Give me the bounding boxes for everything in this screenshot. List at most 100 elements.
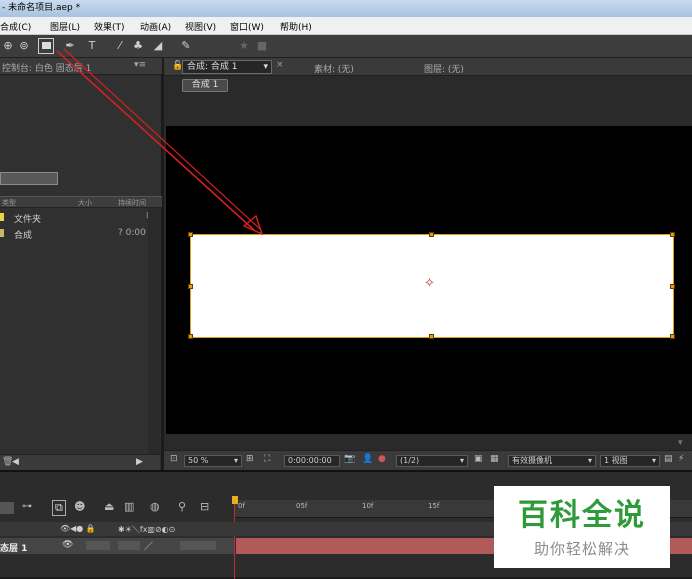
composition-flowchart-icon[interactable]: ⊶: [22, 501, 32, 512]
menu-layer[interactable]: 图层(L): [50, 20, 80, 33]
brainstorm-icon[interactable]: ◍: [150, 500, 160, 513]
timecode-display[interactable]: [0, 502, 14, 514]
layer-handle-right[interactable]: [670, 284, 675, 289]
brush-tool-icon[interactable]: ⁄: [112, 38, 128, 54]
views-dropdown[interactable]: 1 视图 ▾: [600, 455, 660, 467]
layer-handle-bottom-right[interactable]: [670, 334, 675, 339]
current-time-field[interactable]: 0:00:00:00: [284, 455, 340, 467]
camera-dropdown[interactable]: 有效摄像机 ▾: [508, 455, 596, 467]
snapshot-icon[interactable]: 📷: [344, 454, 355, 464]
pen-tool-icon[interactable]: ✒: [62, 38, 78, 54]
channels-icon[interactable]: ●: [378, 454, 386, 464]
text-tool-icon[interactable]: T: [84, 38, 100, 54]
project-item-comp[interactable]: 合成 ? 0:00: [0, 226, 160, 241]
timeline-panel: ⊶ ⧉ ☻ ⏏ ▥ ◍ ⚲ ⊟ 0f 05f 10f 15f 👁◀● 🔒 ✱☀＼…: [0, 470, 692, 579]
layer-handle-left[interactable]: [188, 284, 193, 289]
quality-switch-icon[interactable]: ／: [144, 539, 153, 552]
timeline-layer-row[interactable]: 态层 1 👁 ／: [0, 538, 234, 554]
column-size[interactable]: 大小: [78, 198, 92, 208]
watermark-logo: 百科全说 助你轻松解决: [494, 486, 670, 568]
solid-layer-white[interactable]: ✧: [188, 232, 675, 339]
project-panel-title: 控制台: 白色 固态层 1: [2, 64, 92, 74]
tab-close-icon[interactable]: ×: [276, 60, 284, 70]
watermark-title: 百科全说: [518, 498, 646, 533]
menu-animation[interactable]: 动画(A): [140, 20, 171, 33]
project-item-name: 文件夹: [14, 215, 42, 225]
layer-handle-top-right[interactable]: [670, 232, 675, 237]
av-switches-icon[interactable]: 👁◀● 🔒: [60, 524, 96, 533]
current-time-value: 0:00:00:00: [288, 456, 332, 465]
visibility-eye-icon[interactable]: 👁: [62, 540, 73, 550]
dropdown-icon: ▾: [587, 456, 592, 465]
frame-blending-icon[interactable]: ⏏: [104, 500, 114, 513]
ruler-tick: 05f: [296, 502, 308, 510]
viewer-scroll-down-icon[interactable]: ▾: [678, 438, 683, 448]
roto-brush-tool-icon[interactable]: ✎: [178, 38, 194, 54]
anchor-point-icon[interactable]: ✧: [424, 276, 435, 291]
magnification-dropdown[interactable]: 50 % ▾: [184, 455, 242, 467]
motion-blur-icon[interactable]: ▥: [124, 500, 134, 513]
fast-previews-icon[interactable]: ⚡: [678, 454, 684, 464]
menu-effect[interactable]: 效果(T): [94, 20, 125, 33]
orbit-tool-icon[interactable]: ⊚: [16, 38, 32, 54]
project-item-name: 合成: [14, 231, 33, 241]
ruler-tick: 10f: [362, 502, 374, 510]
region-of-interest-icon[interactable]: ▣: [474, 454, 483, 464]
pan-behind-tool-icon[interactable]: ⊕: [0, 38, 16, 54]
safe-zones-icon[interactable]: ⊞: [246, 454, 254, 464]
tab-composition[interactable]: 合成: 合成 1 ▾: [182, 60, 272, 74]
rectangle-tool-icon[interactable]: [38, 38, 54, 54]
tab-material[interactable]: 素材: (无): [314, 62, 354, 75]
tab-composition-label: 合成: 合成 1: [187, 62, 238, 72]
layer-handle-top-left[interactable]: [188, 232, 193, 237]
tab-layer[interactable]: 图层: (无): [424, 62, 464, 75]
layer-switches-icon[interactable]: ✱☀＼fx▥⊘◐⊙: [118, 524, 175, 535]
project-search-input[interactable]: [0, 172, 58, 185]
scroll-left-icon[interactable]: ◀: [12, 457, 19, 467]
column-duration[interactable]: 持续时间: [118, 198, 146, 208]
puppet-pin-tool-icon[interactable]: ★: [236, 38, 252, 54]
project-columns-header: 类型 大小 持续时间: [0, 196, 162, 208]
project-scrollbar[interactable]: [148, 208, 160, 455]
window-title-bar: - 未命名项目.aep *: [0, 0, 692, 17]
panel-menu-icon[interactable]: ▾≡: [134, 60, 146, 70]
column-type[interactable]: 类型: [2, 198, 16, 208]
resolution-dropdown[interactable]: (1/2) ▾: [396, 455, 468, 467]
layer-handle-bottom[interactable]: [429, 334, 434, 339]
layer-handle-top[interactable]: [429, 232, 434, 237]
project-panel: 控制台: 白色 固态层 1 ▾≡ 类型 大小 持续时间 文件夹 ⊞ 合成 ? 0…: [0, 58, 162, 470]
toggle-pixel-aspect-icon[interactable]: ▤: [664, 454, 673, 464]
transparency-grid-icon[interactable]: ▦: [490, 454, 499, 464]
tab-dropdown-icon[interactable]: ▾: [263, 61, 268, 73]
project-item-folder[interactable]: 文件夹 ⊞: [0, 210, 160, 225]
scroll-right-icon[interactable]: ▶: [136, 457, 143, 467]
draft-3d-icon[interactable]: ⧉: [52, 500, 66, 516]
tools-toolbar: ⊕ ⊚ ✒ T ⁄ ♣ ◢ ✎ ★ ■: [0, 35, 692, 58]
always-preview-icon[interactable]: ⊡: [170, 454, 178, 464]
layer-switch-boxes[interactable]: [180, 541, 216, 550]
menu-composition[interactable]: 合成(C): [0, 20, 31, 33]
graph-editor-icon[interactable]: ⚲: [178, 500, 186, 513]
resolution-value: (1/2): [400, 456, 420, 465]
views-value: 1 视图: [604, 456, 628, 465]
show-snapshot-icon[interactable]: 👤: [362, 454, 373, 464]
layer-switch-boxes[interactable]: [118, 541, 140, 550]
window-title: - 未命名项目.aep *: [2, 3, 81, 13]
shy-layers-icon[interactable]: ☻: [74, 500, 85, 513]
puppet-overlap-tool-icon[interactable]: ■: [254, 38, 270, 54]
composition-panel: 🔓 合成: 合成 1 ▾ × 素材: (无) 图层: (无) 合成 1 ✧ ▾ …: [164, 58, 692, 470]
mask-visibility-icon[interactable]: ⛶: [264, 454, 270, 464]
live-update-icon[interactable]: ⊟: [200, 500, 209, 513]
menu-window[interactable]: 窗口(W): [230, 20, 264, 33]
eraser-tool-icon[interactable]: ◢: [150, 38, 166, 54]
clone-stamp-tool-icon[interactable]: ♣: [130, 38, 146, 54]
layer-switch-boxes[interactable]: [86, 541, 110, 550]
comp-label-color-icon: [0, 229, 4, 237]
composition-breadcrumb[interactable]: 合成 1: [182, 79, 228, 92]
magnification-value: 50 %: [188, 456, 209, 465]
project-item-duration: ? 0:00: [118, 228, 146, 238]
menu-help[interactable]: 帮助(H): [280, 20, 312, 33]
folder-label-color-icon: [0, 213, 4, 221]
menu-view[interactable]: 视图(V): [185, 20, 216, 33]
layer-handle-bottom-left[interactable]: [188, 334, 193, 339]
